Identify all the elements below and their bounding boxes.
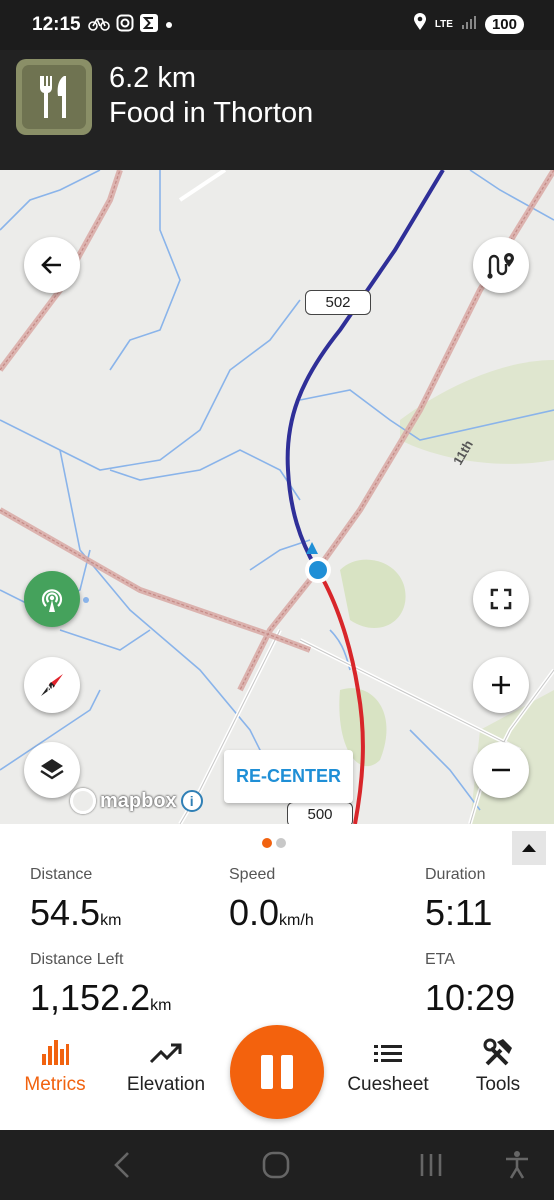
- pause-icon: [261, 1055, 273, 1089]
- tab-tools[interactable]: Tools: [443, 1036, 553, 1096]
- live-tracking-button[interactable]: [24, 571, 80, 627]
- route-pin-icon: [487, 253, 514, 279]
- zoom-out-button[interactable]: [473, 742, 529, 798]
- broadcast-icon: [41, 589, 63, 612]
- tab-cuesheet[interactable]: Cuesheet: [333, 1036, 443, 1096]
- metric-unit: km: [150, 997, 172, 1014]
- road-label-502: 502: [305, 290, 371, 315]
- tab-label: Tools: [475, 1074, 521, 1095]
- metric-unit: km: [100, 912, 122, 929]
- instagram-icon: [116, 14, 134, 38]
- cue-destination: Food in Thorton: [109, 97, 314, 129]
- info-icon[interactable]: i: [180, 790, 203, 812]
- metric-value: 10:29: [425, 977, 516, 1018]
- nav-cue-header[interactable]: 6.2 km Food in Thorton: [0, 50, 554, 170]
- page-dot: [276, 838, 286, 848]
- sigma-icon: [140, 14, 158, 38]
- compass-button[interactable]: N: [24, 657, 80, 713]
- system-nav-bar: [0, 1130, 554, 1200]
- arrow-left-icon: [41, 256, 61, 274]
- metric-label: ETA: [425, 951, 455, 968]
- dot-icon: [164, 16, 174, 36]
- metric-label: Distance Left: [30, 951, 124, 968]
- tab-label: Elevation: [126, 1074, 206, 1095]
- road-label-500: 500: [287, 802, 353, 824]
- back-button[interactable]: [24, 237, 80, 293]
- recenter-button[interactable]: RE-CENTER: [224, 750, 353, 803]
- metric-label: Speed: [229, 866, 276, 883]
- metric-eta: ETA 10:29: [425, 951, 515, 1019]
- fork-knife-icon: [16, 59, 92, 135]
- metric-speed: Speed 0.0km/h: [229, 866, 314, 934]
- tab-label: Cuesheet: [347, 1074, 429, 1095]
- mapbox-logo-icon: [70, 788, 96, 814]
- plus-icon: [492, 676, 510, 694]
- page-indicator[interactable]: [262, 838, 286, 848]
- route-overview-button[interactable]: [473, 237, 529, 293]
- metric-label: Duration: [425, 866, 486, 883]
- lte-icon: LTE: [434, 18, 453, 30]
- bar-chart-icon: [42, 1040, 69, 1065]
- svg-text:N: N: [47, 684, 54, 694]
- metric-duration: Duration 5:11: [425, 866, 492, 934]
- metric-distance: Distance 54.5km: [30, 866, 121, 934]
- accessibility-icon[interactable]: [504, 1150, 530, 1180]
- tab-label: Metrics: [24, 1074, 86, 1095]
- zoom-in-button[interactable]: [473, 657, 529, 713]
- tools-icon: [483, 1038, 512, 1066]
- recents-nav-icon[interactable]: [418, 1150, 444, 1180]
- location-icon: [413, 13, 427, 36]
- tab-elevation[interactable]: Elevation: [111, 1036, 221, 1096]
- back-nav-icon[interactable]: [110, 1150, 134, 1180]
- trend-icon: [149, 1043, 182, 1064]
- map-base: [0, 170, 554, 824]
- metric-unit: km/h: [279, 912, 314, 929]
- minus-icon: [492, 768, 510, 772]
- mapbox-attribution[interactable]: mapbox i: [70, 788, 203, 814]
- collapse-panel-button[interactable]: [512, 831, 546, 865]
- signal-icon: [461, 14, 477, 35]
- compass-icon: N: [41, 674, 63, 696]
- battery-icon: 100: [484, 15, 524, 34]
- fullscreen-icon: [490, 588, 512, 610]
- mapbox-wordmark: mapbox: [100, 789, 177, 812]
- metric-value: 5:11: [425, 892, 493, 933]
- cue-distance: 6.2 km: [109, 62, 197, 94]
- tab-metrics[interactable]: Metrics: [0, 1036, 110, 1096]
- status-bar: 12:15 LTE 100: [0, 0, 554, 50]
- map-view[interactable]: 502 500 11th N RE-CENTER mapbox i: [0, 170, 554, 824]
- fullscreen-button[interactable]: [473, 571, 529, 627]
- metric-value: 54.5: [30, 892, 101, 933]
- bike-icon: [88, 15, 110, 37]
- status-time: 12:15: [32, 14, 81, 35]
- metric-value: 1,152.2: [30, 977, 151, 1018]
- metric-value: 0.0: [229, 892, 280, 933]
- pause-button[interactable]: [230, 1025, 324, 1119]
- layers-icon: [40, 759, 64, 780]
- list-icon: [374, 1045, 402, 1062]
- metric-distance-left: Distance Left 1,152.2km: [30, 951, 171, 1019]
- caret-up-icon: [522, 844, 536, 852]
- metric-label: Distance: [30, 866, 93, 883]
- page-dot-active: [262, 838, 272, 848]
- home-nav-icon[interactable]: [261, 1150, 291, 1180]
